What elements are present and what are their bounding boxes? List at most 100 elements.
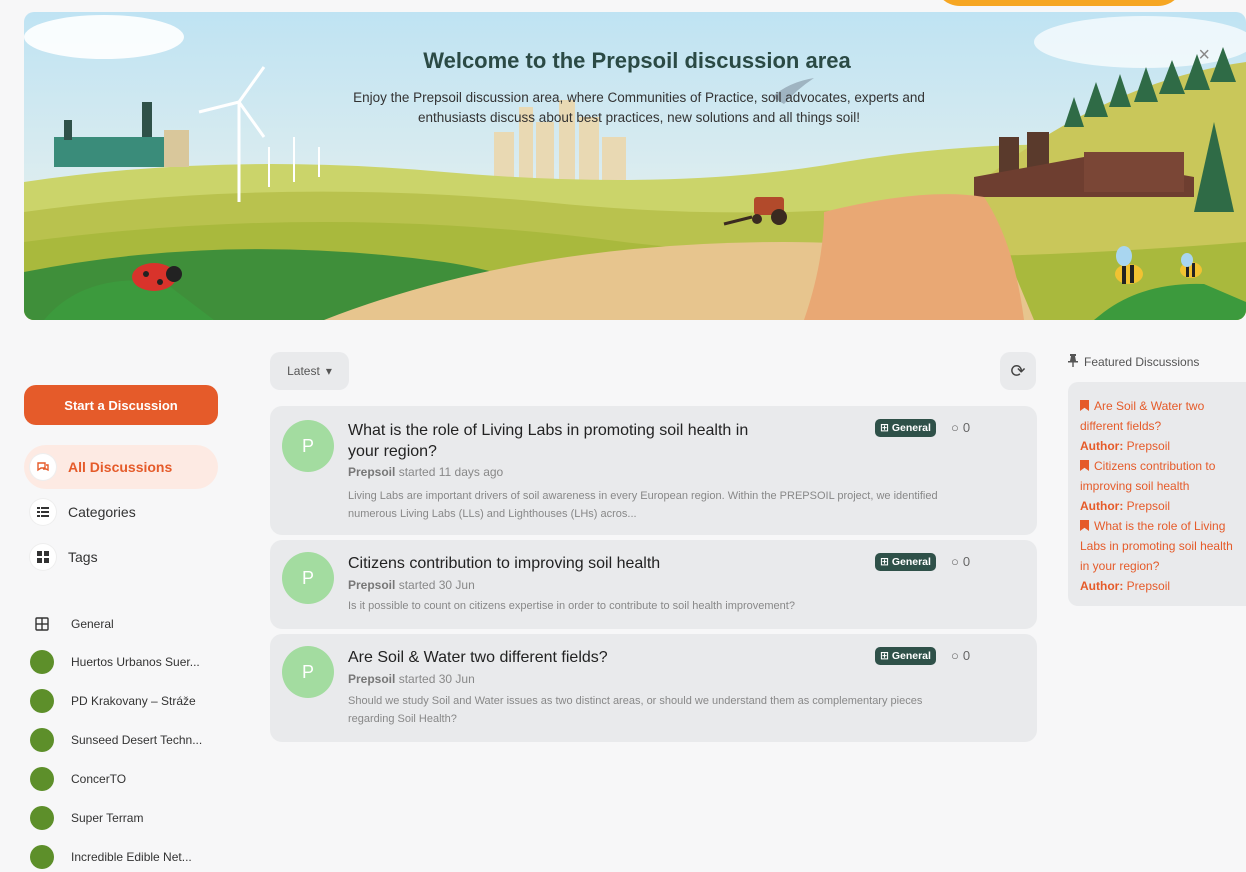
caret-down-icon: ▾: [325, 364, 332, 378]
discussion-title[interactable]: Are Soil & Water two different fields?: [348, 647, 778, 668]
featured-title: What is the role of Living Labs in promo…: [1080, 519, 1233, 573]
sort-label: Latest: [287, 364, 320, 378]
tag-label: General: [891, 556, 931, 568]
category-color-dot: [30, 650, 54, 674]
avatar[interactable]: P: [282, 552, 334, 604]
refresh-icon: ⟳: [1010, 360, 1026, 381]
category-item[interactable]: Huertos Urbanos Suer...: [30, 650, 200, 674]
category-item[interactable]: PD Krakovany – Stráže: [30, 689, 196, 713]
nav-tags[interactable]: Tags: [24, 535, 218, 579]
category-label: Incredible Edible Net...: [71, 850, 192, 864]
category-color-dot: [30, 728, 54, 752]
bookmark-icon: [1080, 400, 1089, 411]
discussion-list-item[interactable]: P What is the role of Living Labs in pro…: [270, 406, 1037, 535]
comment-icon: ○: [951, 420, 959, 435]
featured-author: Author: Prepsoil: [1080, 496, 1236, 516]
category-item[interactable]: Incredible Edible Net...: [30, 845, 192, 869]
nav-categories[interactable]: Categories: [24, 490, 218, 534]
reply-count-value: 0: [962, 648, 971, 663]
discussion-started: started 30 Jun: [398, 672, 475, 686]
discussion-title[interactable]: What is the role of Living Labs in promo…: [348, 420, 778, 462]
featured-author-name: Prepsoil: [1126, 439, 1171, 453]
featured-heading: Featured Discussions: [1068, 354, 1199, 370]
reply-count: ○ 0: [951, 648, 970, 663]
hero-title: Welcome to the Prepsoil discussion area: [423, 48, 851, 73]
category-item[interactable]: ConcerTO: [30, 767, 126, 791]
featured-link[interactable]: What is the role of Living Labs in promo…: [1080, 516, 1236, 576]
discussion-list-item[interactable]: P Are Soil & Water two different fields?…: [270, 634, 1037, 742]
grid-icon: ⊞: [880, 650, 889, 662]
grid-icon: [30, 544, 56, 570]
tag-badge[interactable]: ⊞ General: [875, 647, 936, 665]
tag-badge[interactable]: ⊞ General: [875, 553, 936, 571]
grid-icon: ⊞: [880, 422, 889, 434]
avatar[interactable]: P: [282, 646, 334, 698]
category-color-dot: [30, 767, 54, 791]
discussion-started: started 11 days ago: [398, 465, 504, 479]
reply-count: ○ 0: [951, 554, 970, 569]
featured-author: Author: Prepsoil: [1080, 576, 1236, 596]
author-label: Author:: [1080, 439, 1124, 453]
bookmark-icon: [1080, 520, 1089, 531]
reply-count-value: 0: [962, 554, 971, 569]
featured-author-name: Prepsoil: [1126, 499, 1171, 513]
list-icon: [30, 499, 56, 525]
discussion-title[interactable]: Citizens contribution to improving soil …: [348, 553, 778, 574]
category-label: Sunseed Desert Techn...: [71, 733, 203, 747]
discussion-meta: Prepsoil started 11 days ago: [348, 465, 503, 479]
discussion-author[interactable]: Prepsoil: [348, 578, 395, 592]
reply-count-value: 0: [962, 420, 971, 435]
discussion-author[interactable]: Prepsoil: [348, 672, 395, 686]
discussion-list-item[interactable]: P Citizens contribution to improving soi…: [270, 540, 1037, 629]
close-icon[interactable]: ×: [1198, 44, 1210, 67]
grid-icon: ⊞: [880, 556, 889, 568]
pin-icon: [1068, 354, 1078, 370]
category-item[interactable]: Sunseed Desert Techn...: [30, 728, 202, 752]
category-item[interactable]: Super Terram: [30, 806, 143, 830]
tag-label: General: [891, 650, 931, 662]
discussion-excerpt: Living Labs are important drivers of soi…: [348, 490, 938, 520]
nav-label: All Discussions: [68, 459, 173, 475]
nav-all-discussions[interactable]: All Discussions: [24, 445, 218, 489]
nav-label: Categories: [68, 504, 136, 520]
discussion-author[interactable]: Prepsoil: [348, 465, 395, 479]
category-label: PD Krakovany – Stráže: [71, 694, 196, 708]
chat-bubbles-icon: [30, 454, 56, 480]
discussion-excerpt: Should we study Soil and Water issues as…: [348, 695, 923, 725]
featured-heading-label: Featured Discussions: [1084, 355, 1200, 369]
category-label: Super Terram: [71, 811, 144, 825]
comment-icon: ○: [951, 648, 959, 663]
avatar[interactable]: P: [282, 420, 334, 472]
discussion-excerpt: Is it possible to count on citizens expe…: [348, 600, 795, 612]
featured-link[interactable]: Are Soil & Water two different fields?: [1080, 396, 1236, 436]
sort-dropdown[interactable]: Latest ▾: [270, 352, 349, 390]
featured-author-name: Prepsoil: [1126, 579, 1171, 593]
reply-count: ○ 0: [951, 420, 970, 435]
decorative-orange-arc: [934, 0, 1184, 6]
category-label: Huertos Urbanos Suer...: [71, 655, 200, 669]
discussion-started: started 30 Jun: [398, 578, 475, 592]
category-label: ConcerTO: [71, 772, 127, 786]
start-discussion-button[interactable]: Start a Discussion: [24, 385, 218, 425]
category-color-dot: [30, 845, 54, 869]
author-label: Author:: [1080, 579, 1124, 593]
grid-icon: [30, 612, 54, 636]
featured-link[interactable]: Citizens contribution to improving soil …: [1080, 456, 1236, 496]
tag-badge[interactable]: ⊞ General: [875, 419, 936, 437]
featured-discussions-panel: Are Soil & Water two different fields? A…: [1068, 382, 1246, 606]
category-color-dot: [30, 689, 54, 713]
refresh-button[interactable]: ⟳: [1000, 352, 1036, 390]
nav-label: Tags: [68, 549, 98, 565]
author-label: Author:: [1080, 499, 1124, 513]
category-label: General: [71, 617, 114, 631]
discussion-meta: Prepsoil started 30 Jun: [348, 672, 475, 686]
featured-title: Are Soil & Water two different fields?: [1080, 399, 1205, 433]
category-color-dot: [30, 806, 54, 830]
featured-title: Citizens contribution to improving soil …: [1080, 459, 1216, 493]
tag-label: General: [891, 422, 931, 434]
hero-description: Enjoy the Prepsoil discussion area, wher…: [353, 90, 925, 125]
bookmark-icon: [1080, 460, 1089, 471]
discussion-meta: Prepsoil started 30 Jun: [348, 578, 475, 592]
hero-banner: Welcome to the Prepsoil discussion area …: [24, 12, 1246, 320]
category-item-general[interactable]: General: [30, 612, 114, 636]
